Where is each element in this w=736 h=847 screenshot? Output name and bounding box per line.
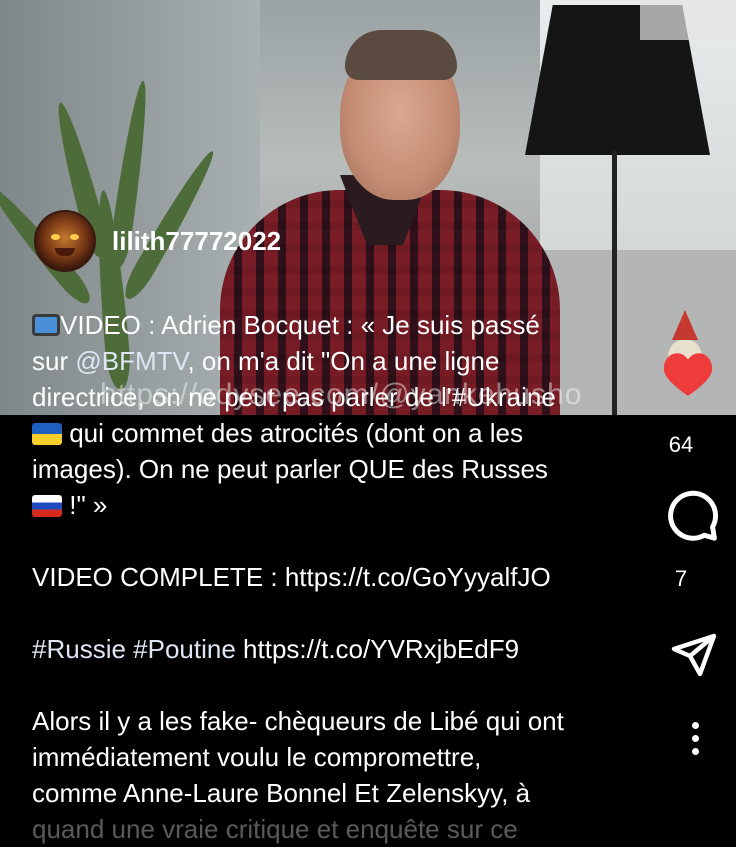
caption-line: directrice, on ne peut pas parler de l'#… bbox=[32, 382, 556, 412]
caption-text: !" » bbox=[62, 490, 108, 520]
tv-icon bbox=[32, 314, 60, 336]
video-corner-blur bbox=[640, 0, 736, 40]
hashtag-russie[interactable]: #Russie bbox=[32, 634, 126, 664]
caption-line: images). On ne peut parler QUE des Russe… bbox=[32, 454, 548, 484]
caption-text: sur bbox=[32, 346, 76, 376]
caption-line: quand une vraie critique et enquête sur … bbox=[32, 814, 518, 844]
ukraine-flag-icon bbox=[32, 423, 62, 445]
caption-text: qui commet des atrocités (dont on a les bbox=[62, 418, 524, 448]
avatar[interactable] bbox=[34, 210, 96, 272]
mention-link[interactable]: @BFMTV bbox=[75, 346, 187, 376]
link[interactable]: https://t.co/YVRxjbEdF9 bbox=[236, 634, 519, 664]
username[interactable]: lilith77772022 bbox=[112, 226, 281, 257]
person-hair bbox=[345, 30, 457, 80]
more-options-icon[interactable] bbox=[692, 722, 700, 761]
like-heart-icon[interactable] bbox=[661, 350, 715, 398]
hashtag-poutine[interactable]: #Poutine bbox=[133, 634, 236, 664]
comment-count: 7 bbox=[674, 566, 688, 591]
like-count: 64 bbox=[668, 432, 694, 457]
caption-line: Alors il y a les fake- chèqueurs de Libé… bbox=[32, 706, 564, 736]
caption-line: comme Anne-Laure Bonnel Et Zelenskyy, à bbox=[32, 778, 531, 808]
russia-flag-icon bbox=[32, 495, 62, 517]
caption-text: , on m'a dit "On a une ligne bbox=[187, 346, 500, 376]
video-complete-link[interactable]: VIDEO COMPLETE : https://t.co/GoYyyalfJO bbox=[32, 559, 632, 595]
caption-line: immédiatement voulu le compromettre, bbox=[32, 742, 482, 772]
share-icon[interactable] bbox=[670, 630, 718, 678]
caption-line: VIDEO : Adrien Bocquet : « Je suis passé bbox=[60, 310, 540, 340]
post-author[interactable]: lilith77772022 bbox=[34, 210, 281, 272]
comment-icon[interactable] bbox=[666, 488, 720, 542]
post-caption: VIDEO : Adrien Bocquet : « Je suis passé… bbox=[32, 307, 632, 847]
